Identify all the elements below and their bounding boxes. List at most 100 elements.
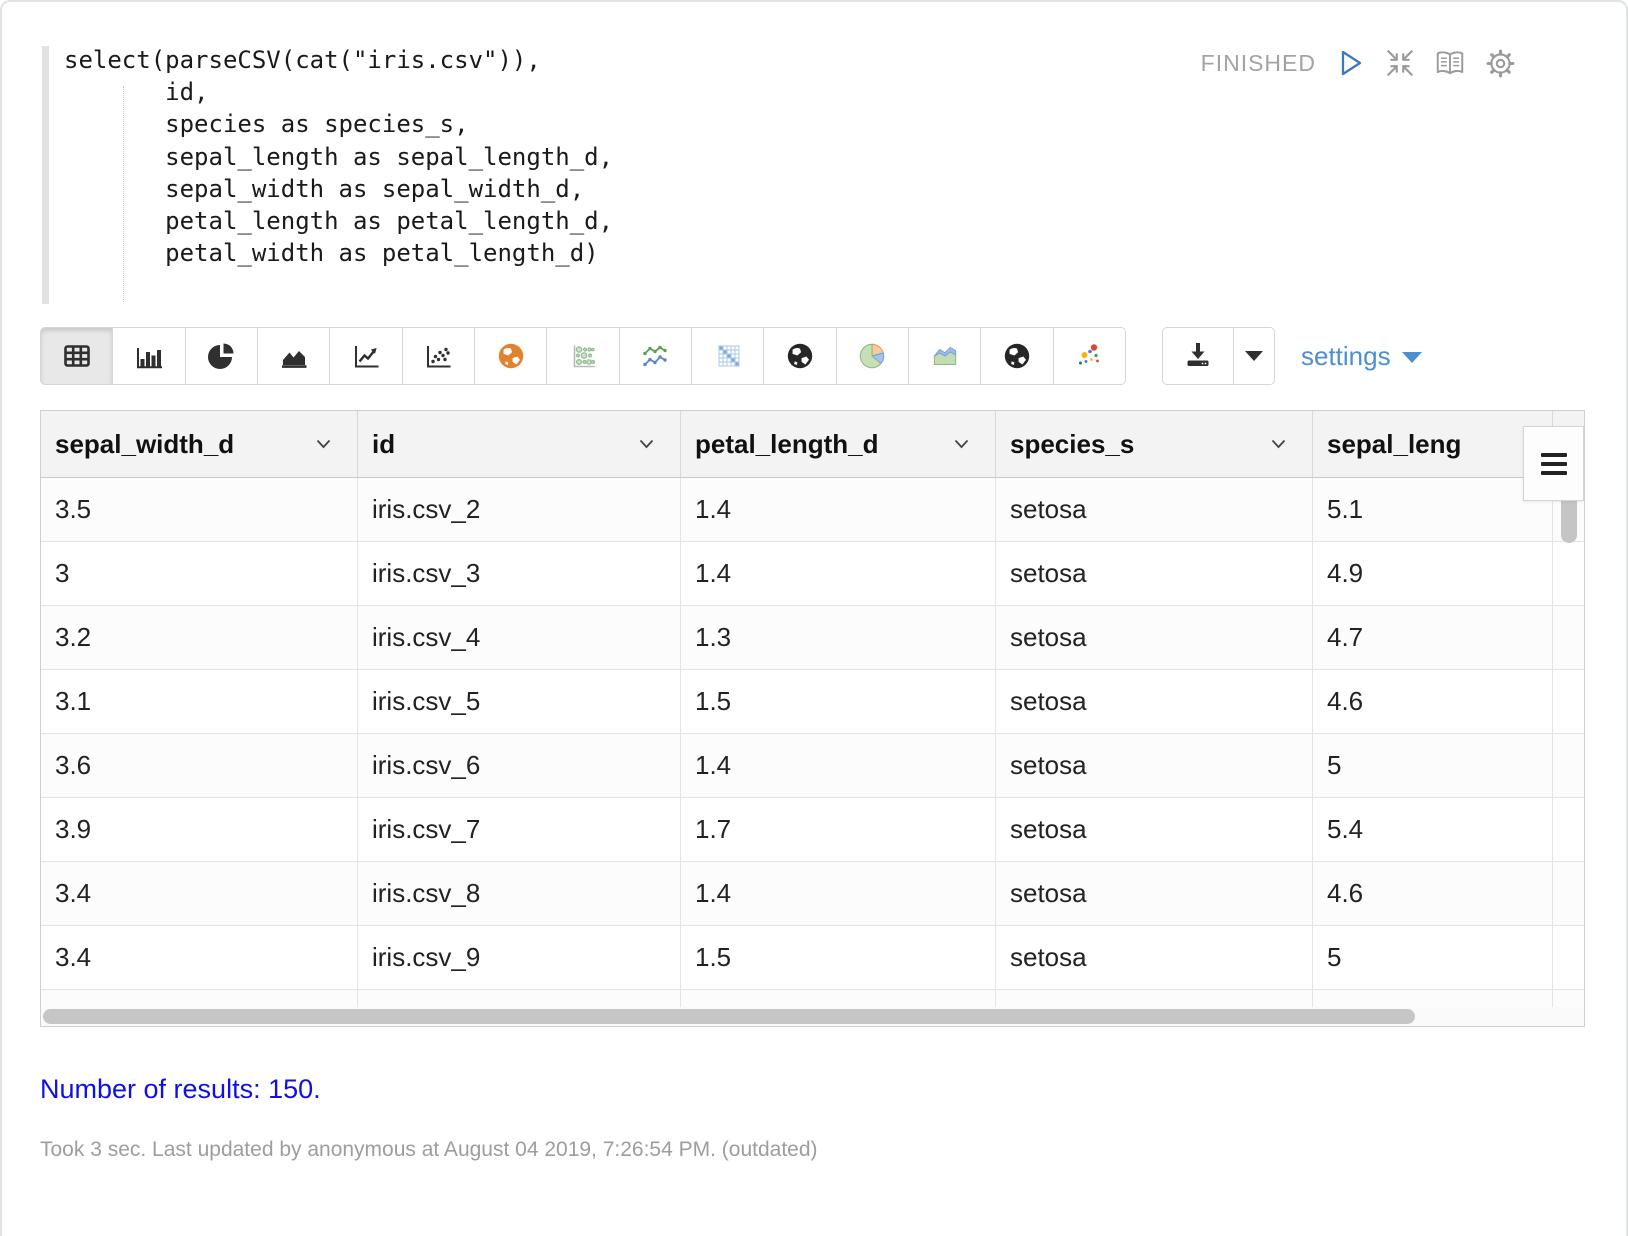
- column-header-label: id: [372, 429, 395, 460]
- column-header-sepal_width_d[interactable]: sepal_width_d: [41, 411, 358, 477]
- globe-orange-icon: [494, 339, 528, 373]
- table-cell: iris.csv_5: [358, 670, 681, 733]
- table-cell: setosa: [996, 478, 1313, 541]
- chart-button-pie-chart[interactable]: [185, 328, 257, 384]
- book-icon[interactable]: [1434, 47, 1466, 79]
- chart-button-globe-1[interactable]: [763, 328, 835, 384]
- multi-line-icon: [639, 340, 671, 372]
- table-cell: iris.csv_9: [358, 926, 681, 989]
- results-count: Number of results: 150.: [40, 1074, 321, 1105]
- horizontal-scrollbar-thumb[interactable]: [43, 1009, 1415, 1024]
- globe-dark-icon: [1000, 339, 1034, 373]
- gear-icon[interactable]: [1484, 47, 1516, 79]
- table-cell: 4.9: [1313, 542, 1553, 605]
- table-cell: 1.4: [681, 542, 996, 605]
- table-icon: [61, 340, 93, 372]
- table-cell: setosa: [996, 606, 1313, 669]
- collapse-icon[interactable]: [1384, 47, 1416, 79]
- table-row: 3.6iris.csv_61.4setosa5: [41, 734, 1584, 798]
- table-cell: 5.4: [1313, 798, 1553, 861]
- chevron-down-icon[interactable]: [316, 439, 331, 449]
- download-button[interactable]: [1162, 327, 1234, 385]
- column-header-petal_length_d[interactable]: petal_length_d: [681, 411, 996, 477]
- column-header-sepal_length_d[interactable]: sepal_leng: [1313, 411, 1553, 477]
- table-cell: setosa: [996, 542, 1313, 605]
- table-cell: 1.4: [681, 862, 996, 925]
- horizontal-scrollbar-track: [41, 1007, 1584, 1026]
- bar-chart-icon: [133, 340, 165, 372]
- table-cell: 1.5: [681, 670, 996, 733]
- table-row: 3.4iris.csv_91.5setosa5: [41, 926, 1584, 990]
- table-cell: iris.csv_8: [358, 862, 681, 925]
- chart-button-bar-chart[interactable]: [112, 328, 184, 384]
- grid-body: 3.5iris.csv_21.4setosa5.13iris.csv_31.4s…: [41, 478, 1584, 1009]
- table-cell: 5.1: [1313, 478, 1553, 541]
- table-cell: iris.csv_4: [358, 606, 681, 669]
- chevron-down-icon[interactable]: [1271, 439, 1286, 449]
- table-cell: 5: [1313, 926, 1553, 989]
- chart-button-line-chart[interactable]: [329, 328, 401, 384]
- caret-down-icon: [1245, 351, 1263, 361]
- table-cell: iris.csv_7: [358, 798, 681, 861]
- table-cell: 3.4: [41, 862, 358, 925]
- caret-down-icon: [1402, 352, 1422, 363]
- table-cell: 1.5: [681, 926, 996, 989]
- table-cell: setosa: [996, 670, 1313, 733]
- scatter-color-icon: [1073, 340, 1105, 372]
- result-grid: sepal_width_didpetal_length_dspecies_sse…: [40, 410, 1585, 1027]
- globe-dark-icon: [783, 339, 817, 373]
- pie-chart-icon: [205, 340, 237, 372]
- table-cell: 5: [1313, 734, 1553, 797]
- table-cell: 3.1: [41, 670, 358, 733]
- area-pastel-icon: [928, 339, 962, 373]
- settings-link[interactable]: settings: [1301, 327, 1422, 385]
- table-cell: 3.4: [41, 926, 358, 989]
- paragraph-status-bar: FINISHED: [1201, 46, 1516, 80]
- table-cell: iris.csv_2: [358, 478, 681, 541]
- download-split-button: [1162, 327, 1275, 385]
- code-editor[interactable]: select(parseCSV(cat("iris.csv")), id, sp…: [64, 44, 613, 269]
- area-chart-icon: [278, 340, 310, 372]
- hamburger-icon: [1541, 453, 1567, 457]
- grid-menu-button[interactable]: [1523, 426, 1584, 501]
- chevron-down-icon[interactable]: [954, 439, 969, 449]
- table-cell: 1.4: [681, 734, 996, 797]
- chart-button-heatmap[interactable]: [691, 328, 763, 384]
- table-row: 3.9iris.csv_71.7setosa5.4: [41, 798, 1584, 862]
- chart-button-pie-pastel[interactable]: [836, 328, 908, 384]
- notebook-paragraph: select(parseCSV(cat("iris.csv")), id, sp…: [0, 0, 1628, 1236]
- play-icon[interactable]: [1334, 47, 1366, 79]
- chart-button-area-pastel[interactable]: [908, 328, 980, 384]
- column-header-label: sepal_leng: [1327, 429, 1461, 460]
- table-row: 3.1iris.csv_51.5setosa4.6: [41, 670, 1584, 734]
- column-header-label: petal_length_d: [695, 429, 878, 460]
- chart-button-table[interactable]: [41, 328, 112, 384]
- table-cell: 4.6: [1313, 670, 1553, 733]
- column-header-id[interactable]: id: [358, 411, 681, 477]
- table-cell: 3: [41, 542, 358, 605]
- chart-button-scatter-color[interactable]: [1053, 328, 1125, 384]
- chart-button-map-orange[interactable]: [474, 328, 546, 384]
- column-header-label: sepal_width_d: [55, 429, 234, 460]
- table-cell: 4.7: [1313, 606, 1553, 669]
- chevron-down-icon[interactable]: [639, 439, 654, 449]
- chart-button-scatter-plot[interactable]: [402, 328, 474, 384]
- table-cell: setosa: [996, 798, 1313, 861]
- chart-button-multi-line[interactable]: [619, 328, 691, 384]
- table-cell: 1.3: [681, 606, 996, 669]
- bubble-grid-icon: [567, 340, 599, 372]
- heatmap-icon: [712, 340, 744, 372]
- chart-button-bubble-grid[interactable]: [546, 328, 618, 384]
- table-row: 3.2iris.csv_41.3setosa4.7: [41, 606, 1584, 670]
- table-cell: 1.7: [681, 798, 996, 861]
- table-cell: iris.csv_6: [358, 734, 681, 797]
- table-row: 3iris.csv_31.4setosa4.9: [41, 542, 1584, 606]
- settings-label: settings: [1301, 341, 1391, 372]
- download-dropdown-button[interactable]: [1234, 327, 1275, 385]
- table-row: 3.4iris.csv_81.4setosa4.6: [41, 862, 1584, 926]
- table-cell: 3.9: [41, 798, 358, 861]
- table-cell: setosa: [996, 734, 1313, 797]
- chart-button-globe-2[interactable]: [980, 328, 1052, 384]
- column-header-species_s[interactable]: species_s: [996, 411, 1313, 477]
- chart-button-area-chart[interactable]: [257, 328, 329, 384]
